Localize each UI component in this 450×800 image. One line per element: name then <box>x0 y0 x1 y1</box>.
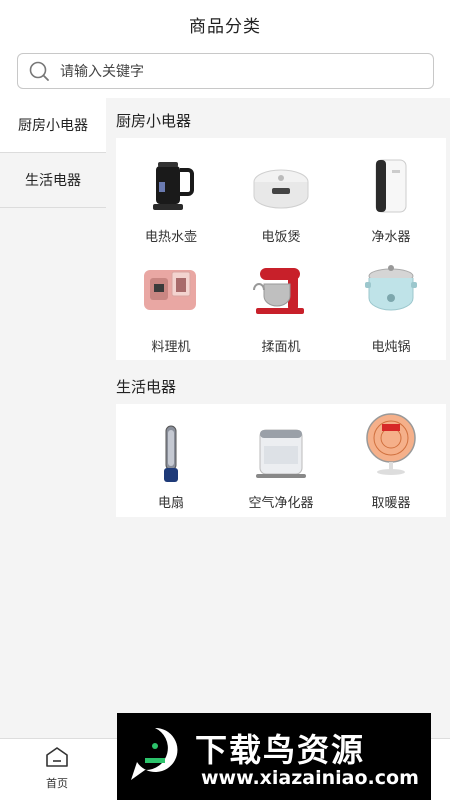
product-food-processor[interactable]: 料理机 <box>116 248 226 358</box>
sidebar-item-living[interactable]: 生活电器 <box>0 153 106 208</box>
sidebar-item-label: 生活电器 <box>25 173 81 189</box>
banner-title: 下载鸟资源 <box>195 731 366 769</box>
category-sidebar: 厨房小电器 生活电器 <box>0 98 106 738</box>
slow-cooker-icon <box>365 265 417 311</box>
product-stand-mixer[interactable]: 揉面机 <box>226 248 336 358</box>
tab-home[interactable]: 首页 <box>30 745 84 791</box>
product-label: 揉面机 <box>261 340 301 355</box>
banner-url: www.xiazainiao.com <box>201 767 419 789</box>
bladeless-fan-icon <box>164 425 178 482</box>
heater-icon <box>366 413 416 475</box>
product-heater[interactable]: 取暖器 <box>336 404 446 514</box>
category-content: 厨房小电器 电热水壶 电饭煲 净水器 料理机 揉面机 电炖锅 生活电器 电扇 空… <box>106 98 450 738</box>
product-label: 电扇 <box>157 496 184 511</box>
page-title: 商品分类 <box>189 16 261 37</box>
tab-home-label: 首页 <box>46 777 68 790</box>
kitchen-panel: 电热水壶 电饭煲 净水器 料理机 揉面机 电炖锅 <box>116 138 446 360</box>
product-label: 电饭煲 <box>261 230 301 245</box>
product-label: 电炖锅 <box>371 340 411 355</box>
watermark-banner: 下载鸟资源 www.xiazainiao.com <box>117 713 431 800</box>
product-label: 空气净化器 <box>248 496 314 511</box>
search-bar: 请输入关键字 <box>0 48 450 98</box>
app-header: 商品分类 <box>0 0 450 48</box>
product-air-purifier[interactable]: 空气净化器 <box>226 404 336 514</box>
home-icon <box>46 747 68 767</box>
water-purifier-icon <box>375 159 407 213</box>
rice-cooker-icon <box>253 169 309 209</box>
product-rice-cooker[interactable]: 电饭煲 <box>226 138 336 248</box>
section-title-kitchen: 厨房小电器 <box>116 112 192 130</box>
search-placeholder: 请输入关键字 <box>60 64 144 80</box>
product-kettle[interactable]: 电热水壶 <box>116 138 226 248</box>
product-label: 电热水壶 <box>144 230 197 245</box>
bird-logo-icon <box>131 727 178 780</box>
product-label: 取暖器 <box>371 496 411 511</box>
product-label: 净水器 <box>371 230 411 245</box>
search-input[interactable]: 请输入关键字 <box>17 53 434 89</box>
kettle-icon <box>153 162 194 210</box>
search-icon <box>29 61 49 81</box>
living-panel: 电扇 空气净化器 取暖器 <box>116 404 446 517</box>
sidebar-item-label: 厨房小电器 <box>18 118 88 134</box>
product-fan[interactable]: 电扇 <box>116 404 226 514</box>
product-water-purifier[interactable]: 净水器 <box>336 138 446 248</box>
section-title-living: 生活电器 <box>116 378 177 396</box>
sidebar-item-kitchen[interactable]: 厨房小电器 <box>0 98 106 153</box>
air-purifier-icon <box>256 429 306 478</box>
food-processor-icon <box>144 270 196 310</box>
product-slow-cooker[interactable]: 电炖锅 <box>336 248 446 358</box>
product-label: 料理机 <box>151 340 191 355</box>
stand-mixer-icon <box>253 268 304 314</box>
